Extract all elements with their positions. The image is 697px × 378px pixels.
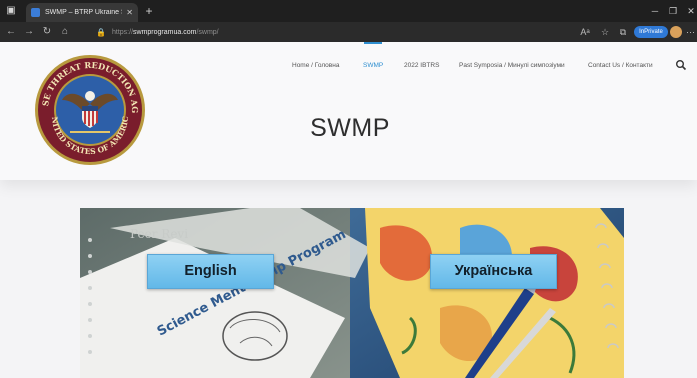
nav-swmp[interactable]: SWMP <box>363 62 383 74</box>
tab-actions-icon[interactable]: ▣ <box>4 4 18 18</box>
profile-avatar[interactable] <box>670 26 682 38</box>
lock-icon[interactable]: 🔒 <box>96 28 106 37</box>
site-header: DEFENSE THREAT REDUCTION AGENCY UNITED S… <box>0 42 697 180</box>
nav-home[interactable]: Home / Головна <box>292 62 339 74</box>
read-aloud-icon[interactable]: Aᵃ <box>578 25 592 39</box>
url-text: https://swmprogramua.com/swmp/ <box>112 28 219 36</box>
ukrainian-button[interactable]: Українська <box>430 254 557 289</box>
page-viewport: DEFENSE THREAT REDUCTION AGENCY UNITED S… <box>0 42 697 378</box>
restore-icon[interactable]: ❐ <box>666 4 680 18</box>
nav-2022-ibtrs[interactable]: 2022 IBTRS <box>404 62 439 74</box>
refresh-icon[interactable]: ↻ <box>40 25 54 39</box>
search-icon[interactable] <box>675 59 687 71</box>
window-close-icon[interactable]: ✕ <box>684 4 697 18</box>
favorites-star-icon[interactable]: ☆ <box>598 25 612 39</box>
banner-image: Science Mentorship Program Peer Revi <box>80 208 624 378</box>
address-bar[interactable]: 🔒 https://swmprogramua.com/swmp/ <box>96 25 568 39</box>
english-button[interactable]: English <box>147 254 274 289</box>
inprivate-badge[interactable]: InPrivate <box>634 26 668 38</box>
tab-close-icon[interactable]: ✕ <box>126 8 133 17</box>
more-menu-icon[interactable]: ⋯ <box>686 25 696 39</box>
browser-toolbar: ← → ↻ ⌂ 🔒 https://swmprogramua.com/swmp/… <box>0 22 697 42</box>
browser-tab-bar: ▣ SWMP – BTRP Ukraine Science S ✕ + ─ ❐ … <box>0 0 697 22</box>
active-nav-indicator <box>364 42 382 44</box>
language-banner: Science Mentorship Program Peer Revi Eng… <box>80 208 624 378</box>
peer-review-text: Peer Revi <box>130 227 188 241</box>
nav-contact[interactable]: Contact Us / Контакти <box>588 62 653 74</box>
collections-icon[interactable]: ⧉ <box>616 25 630 39</box>
tab-title: SWMP – BTRP Ukraine Science S <box>45 9 122 16</box>
forward-icon[interactable]: → <box>22 25 36 39</box>
home-icon[interactable]: ⌂ <box>58 25 72 39</box>
new-tab-icon[interactable]: + <box>142 3 156 19</box>
browser-tab[interactable]: SWMP – BTRP Ukraine Science S ✕ <box>26 3 138 22</box>
minimize-icon[interactable]: ─ <box>648 4 662 18</box>
favicon-icon <box>31 8 40 17</box>
dtra-seal-logo[interactable]: DEFENSE THREAT REDUCTION AGENCY UNITED S… <box>34 54 146 166</box>
nav-past-symposia[interactable]: Past Symposia / Минулі симпозіуми <box>459 62 565 74</box>
back-icon[interactable]: ← <box>4 25 18 39</box>
page-title: SWMP <box>310 114 390 142</box>
